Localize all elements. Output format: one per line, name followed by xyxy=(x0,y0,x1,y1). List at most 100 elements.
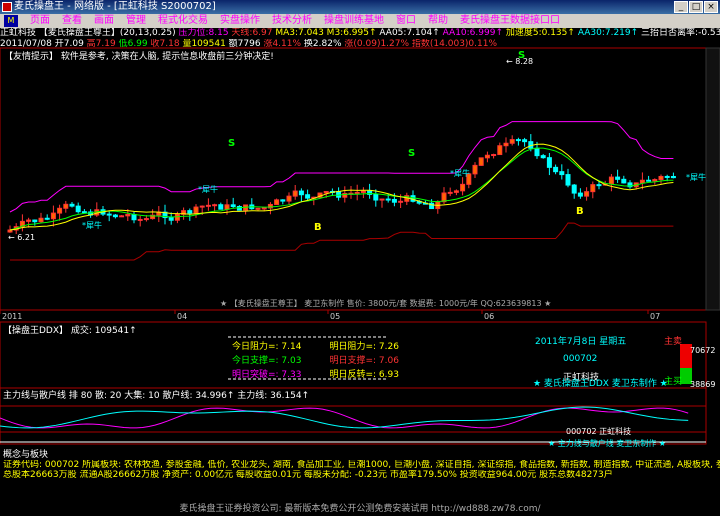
mainforce-line xyxy=(0,407,689,429)
mainforce-title-text: 主力线与散户线 排 80 散: 20 大集: 10 散户线: 34.996↑ 主… xyxy=(3,391,310,401)
resist-today: 今日阻力=: 7.14 xyxy=(232,342,302,352)
candle-body xyxy=(565,174,571,186)
candle-body xyxy=(81,211,87,214)
panel-code: 000702 xyxy=(563,354,598,364)
ddx-top-value: 70672 xyxy=(690,346,716,355)
candle-body xyxy=(497,145,503,156)
candle-body xyxy=(50,212,56,220)
candle-body xyxy=(26,219,32,222)
main-frame xyxy=(0,47,707,311)
candle-body xyxy=(534,147,540,157)
candle-body xyxy=(57,207,63,214)
candle-body xyxy=(379,198,385,201)
bull-label: *犀牛 xyxy=(686,172,706,182)
mainforce-title: 主力线与散户线 排 80 散: 20 大集: 10 散户线: 34.996↑ 主… xyxy=(3,388,309,401)
break-tomorrow: 明日突破=: 7.33 xyxy=(232,370,302,380)
candle-body xyxy=(658,175,664,181)
candle-body xyxy=(453,190,459,193)
candle-body xyxy=(522,139,528,143)
xaxis-label: 07 xyxy=(650,312,660,321)
panel-date: 2011年7月8日 星期五 xyxy=(535,337,627,347)
candle-body xyxy=(484,154,490,159)
candle-body xyxy=(577,192,583,197)
candle-body xyxy=(540,155,546,159)
candle-body xyxy=(447,191,453,194)
candle-body xyxy=(255,207,261,210)
xaxis-label: 2011 xyxy=(2,312,22,321)
buy-label: 主买 xyxy=(664,377,683,387)
candle-body xyxy=(491,154,497,157)
candle-body xyxy=(360,190,366,193)
candle-body xyxy=(32,219,38,223)
candle-body xyxy=(112,214,118,218)
candle-body xyxy=(354,191,360,194)
candle-body xyxy=(230,204,236,207)
support-line xyxy=(10,222,674,261)
candle-body xyxy=(664,175,670,178)
candle-body xyxy=(336,191,342,198)
candle-body xyxy=(460,183,466,192)
candle-body xyxy=(44,217,50,220)
sell-label: 主卖 xyxy=(664,337,683,347)
candle-body xyxy=(286,195,292,202)
candle-body xyxy=(274,199,280,205)
footer-banner: 麦氏操盘王证券投资公司: 最新版本免费公开公测免费安装试用 http://wd8… xyxy=(0,503,720,516)
candle-body xyxy=(509,139,515,144)
candle-body xyxy=(75,205,81,213)
buy-signal-label: B xyxy=(576,206,584,217)
candle-body xyxy=(205,204,211,207)
sell-signal-label: S xyxy=(228,138,235,149)
candle-body xyxy=(385,198,391,201)
candle-body xyxy=(63,203,69,209)
xaxis-label: 04 xyxy=(177,312,187,321)
candle-body xyxy=(373,193,379,201)
candle-body xyxy=(69,203,75,207)
sell-signal-label: S xyxy=(518,50,525,61)
bull-label: *犀牛 xyxy=(82,220,102,230)
support-tomorrow: 明日支撑=: 7.06 xyxy=(329,356,399,366)
vertical-scrollbar xyxy=(705,47,720,311)
candle-body xyxy=(639,179,645,184)
candle-body xyxy=(143,218,149,221)
candle-body xyxy=(670,176,676,179)
candle-body xyxy=(280,199,286,202)
candle-body xyxy=(559,171,565,176)
concept-row-2: 总股本26663万股 流通A股26662万股 净资产: 0.00亿元 每股收益0… xyxy=(3,470,613,480)
candle-body xyxy=(553,166,559,173)
reverse-tomorrow: 明日反转=: 6.93 xyxy=(329,370,399,380)
candle-body xyxy=(584,191,590,197)
xaxis-label: 05 xyxy=(330,312,340,321)
candle-body xyxy=(590,184,596,193)
levels-panel: 今日阻力=: 7.14 今日支撑=: 7.03 明日突破=: 7.33 明日阻力… xyxy=(232,340,399,382)
candle-body xyxy=(515,139,521,142)
candle-body xyxy=(218,204,224,210)
candle-body xyxy=(187,210,193,214)
ddx-bottom-value: 38869 xyxy=(690,380,716,389)
candle-body xyxy=(193,206,199,214)
watermark-text: ★ 【麦氏操盘王尊王】 麦卫东制作 售价: 3800元/套 数据费: 1000元… xyxy=(220,298,551,308)
candle-body xyxy=(652,179,658,182)
candle-body xyxy=(323,190,329,194)
candle-body xyxy=(292,190,298,197)
candle-body xyxy=(410,195,416,202)
candle-body xyxy=(199,205,205,208)
candle-body xyxy=(119,215,125,218)
concept-title: 概念与板块 xyxy=(3,450,49,460)
bull-label: *犀牛 xyxy=(198,184,218,194)
candle-body xyxy=(571,184,577,194)
candle-body xyxy=(398,200,404,203)
candle-body xyxy=(608,176,614,185)
candle-body xyxy=(106,213,112,216)
bull-label: *犀牛 xyxy=(450,168,470,178)
candle-body xyxy=(224,204,230,210)
buy-signal-label: B xyxy=(314,222,322,233)
candle-body xyxy=(125,214,131,217)
candle-body xyxy=(298,190,304,196)
candle-body xyxy=(478,157,484,166)
mainforce-stock-label: 000702 正虹科技 xyxy=(566,427,632,436)
candle-body xyxy=(168,217,174,221)
candle-body xyxy=(646,179,652,182)
low-price-label: ← 6.21 xyxy=(8,233,35,242)
candle-body xyxy=(391,198,397,203)
candle-body xyxy=(546,157,552,168)
